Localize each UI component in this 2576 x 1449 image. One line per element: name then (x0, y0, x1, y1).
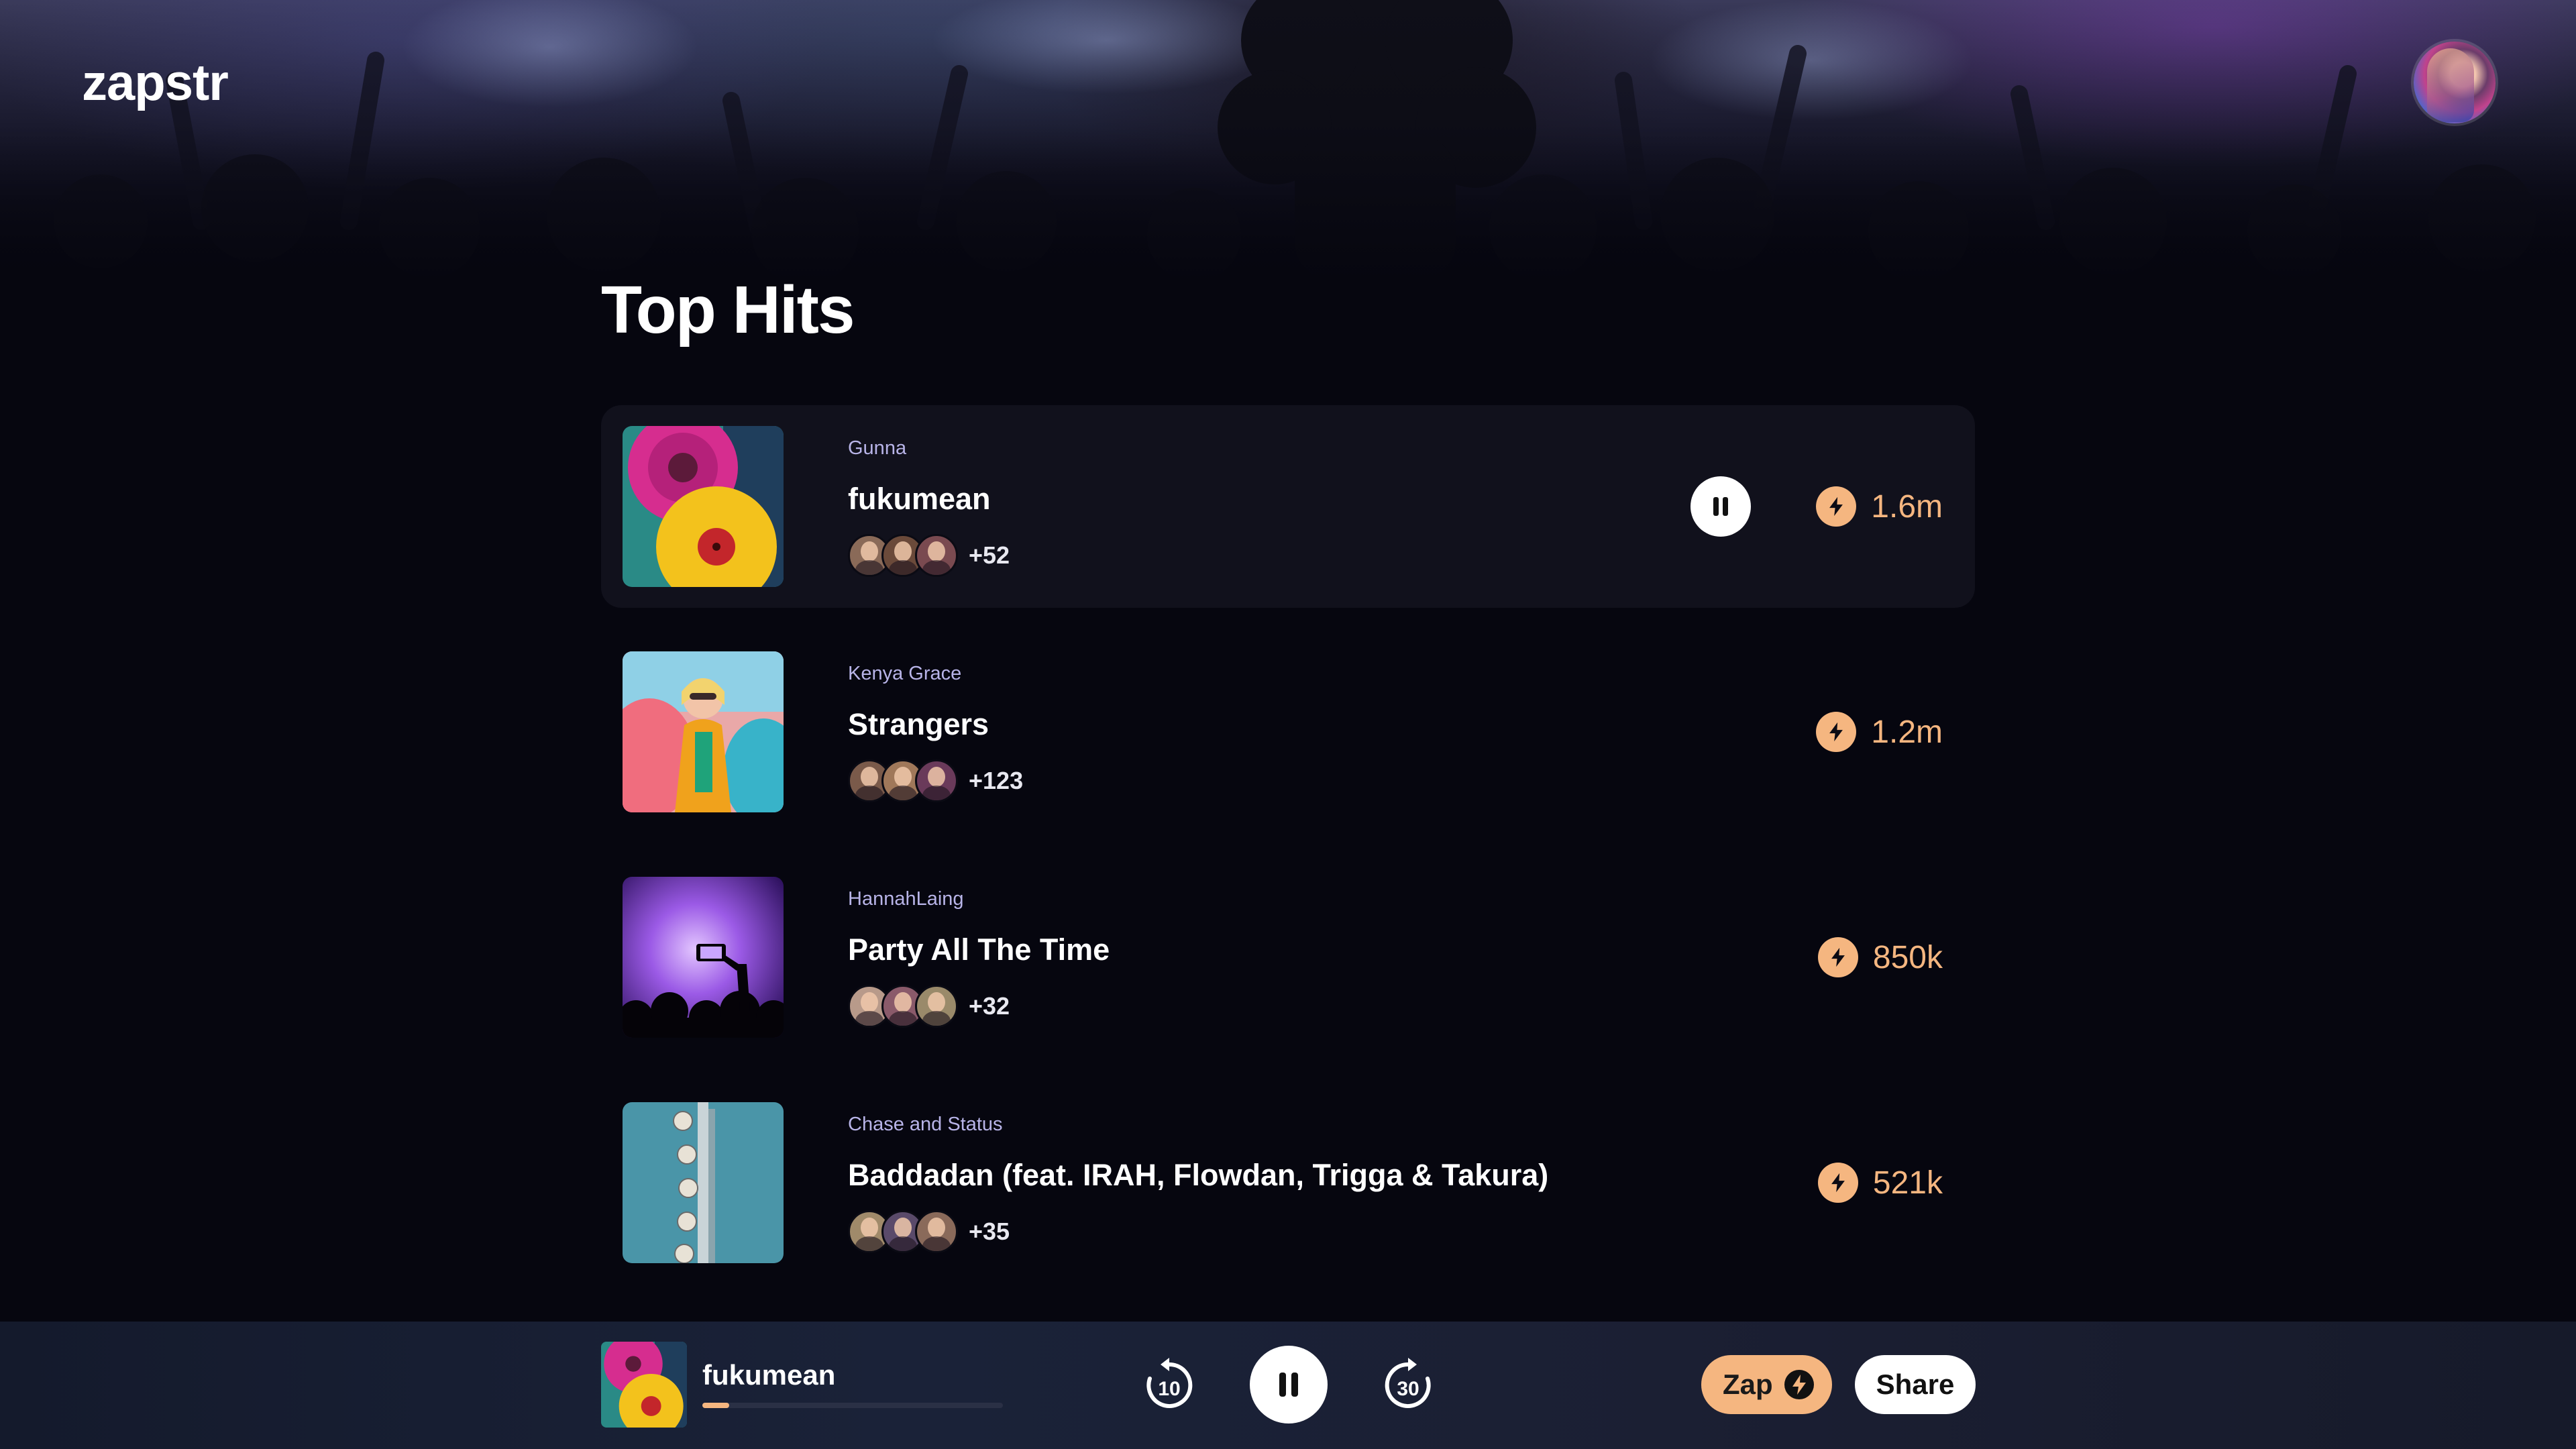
lightning-bolt-icon (1784, 1370, 1814, 1399)
pause-icon (1713, 497, 1728, 516)
album-cover (623, 1102, 784, 1263)
zap-count: 1.2m (1871, 714, 1943, 750)
pause-icon (1279, 1373, 1298, 1397)
album-cover (623, 426, 784, 587)
now-playing-bar: fukumean 10 30 Zap Share (0, 1322, 2576, 1449)
track-artist[interactable]: Gunna (848, 437, 906, 460)
page-title: Top Hits (601, 272, 855, 347)
lightning-bolt-icon (1817, 1163, 1858, 1203)
track-row[interactable]: Chase and Status Baddadan (feat. IRAH, F… (601, 1081, 1975, 1284)
player-pause-button[interactable] (1250, 1346, 1328, 1424)
track-title[interactable]: Party All The Time (848, 932, 1110, 967)
fans-more-count: +32 (969, 992, 1010, 1020)
rewind-10-icon: 10 (1146, 1358, 1193, 1408)
zap-count: 1.6m (1871, 488, 1943, 525)
zap-count: 521k (1872, 1165, 1943, 1201)
fan-avatars[interactable]: +123 (848, 759, 1024, 802)
fan-avatar (915, 985, 958, 1028)
forward-30-icon: 30 (1385, 1358, 1431, 1408)
now-playing-title[interactable]: fukumean (702, 1359, 835, 1391)
lightning-bolt-icon (1817, 937, 1858, 977)
zap-button-label: Zap (1723, 1368, 1773, 1400)
track-row[interactable]: Kenya Grace Strangers +123 1.2m (601, 631, 1975, 833)
forward-30-button[interactable]: 30 (1379, 1356, 1437, 1414)
track-artist[interactable]: HannahLaing (848, 888, 964, 910)
zap-total: 521k (1817, 1163, 1943, 1203)
track-artist[interactable]: Chase and Status (848, 1114, 1003, 1136)
track-title[interactable]: Strangers (848, 707, 989, 742)
rewind-10-button[interactable]: 10 (1140, 1356, 1198, 1414)
track-title[interactable]: Baddadan (feat. IRAH, Flowdan, Trigga & … (848, 1158, 1548, 1193)
fans-more-count: +123 (969, 767, 1024, 794)
now-playing-cover[interactable] (601, 1342, 687, 1428)
fan-avatars[interactable]: +52 (848, 534, 1010, 577)
track-row[interactable]: Gunna fukumean +52 1.6m (601, 405, 1975, 608)
zap-total: 1.6m (1816, 486, 1943, 527)
zap-count: 850k (1872, 939, 1943, 975)
track-artist[interactable]: Kenya Grace (848, 663, 961, 685)
lightning-bolt-icon (1816, 712, 1857, 752)
forward-label: 30 (1397, 1378, 1419, 1400)
lightning-bolt-icon (1816, 486, 1857, 527)
rewind-label: 10 (1158, 1378, 1180, 1400)
fan-avatars[interactable]: +32 (848, 985, 1010, 1028)
track-row[interactable]: HannahLaing Party All The Time +32 850k (601, 856, 1975, 1059)
fan-avatar (915, 759, 958, 802)
app-logo[interactable]: zapstr (82, 54, 229, 112)
fan-avatars[interactable]: +35 (848, 1210, 1010, 1253)
hero-background (0, 0, 2576, 282)
progress-bar[interactable] (702, 1403, 1003, 1408)
fan-avatar (915, 534, 958, 577)
hero-fade (0, 0, 2576, 282)
track-pause-button[interactable] (1690, 476, 1751, 537)
share-button[interactable]: Share (1855, 1355, 1976, 1414)
zap-button[interactable]: Zap (1701, 1355, 1832, 1414)
track-title[interactable]: fukumean (848, 482, 991, 517)
zap-total: 1.2m (1816, 712, 1943, 752)
user-avatar[interactable] (2414, 42, 2496, 123)
fans-more-count: +35 (969, 1218, 1010, 1245)
fans-more-count: +52 (969, 541, 1010, 569)
album-cover (623, 877, 784, 1038)
album-cover (623, 651, 784, 812)
zap-total: 850k (1817, 937, 1943, 977)
progress-fill (702, 1403, 730, 1408)
fan-avatar (915, 1210, 958, 1253)
